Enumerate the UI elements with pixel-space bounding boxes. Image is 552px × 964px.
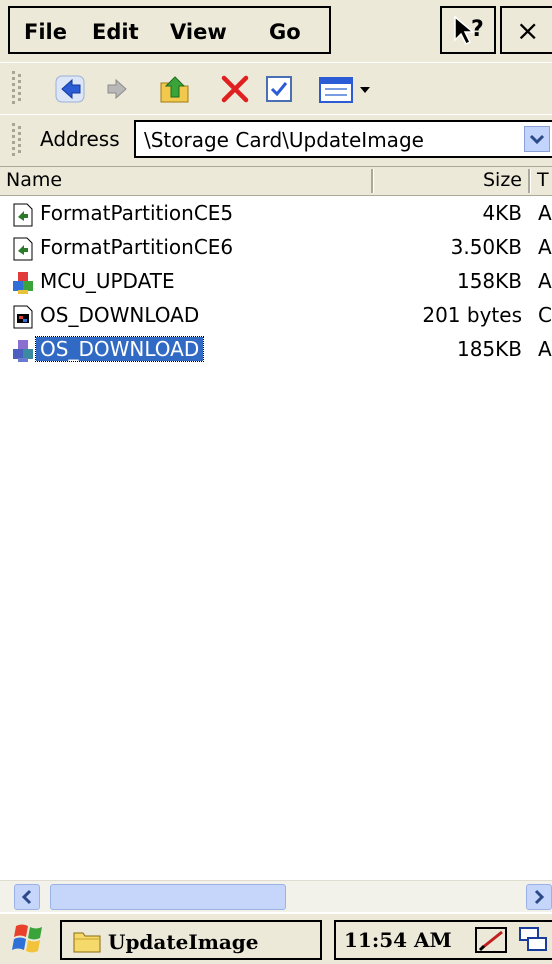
delete-x-icon bbox=[221, 75, 249, 103]
file-size: 4KB bbox=[482, 201, 522, 225]
file-size: 201 bytes bbox=[422, 303, 522, 327]
application-icon bbox=[13, 340, 33, 362]
column-divider[interactable] bbox=[371, 169, 374, 193]
menu-bar: File Edit View Go ? × bbox=[0, 0, 552, 62]
file-name: FormatPartitionCE6 bbox=[40, 235, 234, 259]
shortcut-file-icon bbox=[13, 237, 33, 261]
column-type[interactable]: T bbox=[537, 169, 549, 191]
file-type: A bbox=[538, 235, 552, 259]
file-name: OS_DOWNLOAD bbox=[34, 336, 205, 362]
close-button[interactable]: × bbox=[500, 6, 552, 54]
chevron-down-icon bbox=[529, 134, 545, 145]
forward-arrow-icon bbox=[107, 78, 127, 100]
address-value: \Storage Card\UpdateImage bbox=[144, 128, 424, 152]
file-type: A bbox=[538, 337, 552, 361]
menu-file[interactable]: File bbox=[24, 20, 67, 44]
list-item[interactable]: FormatPartitionCE5 4KB A bbox=[0, 198, 552, 232]
back-arrow-icon bbox=[55, 75, 85, 103]
address-dropdown-button[interactable] bbox=[524, 126, 550, 152]
properties-button[interactable] bbox=[262, 73, 296, 105]
taskbar: UpdateImage 11:54 AM bbox=[0, 912, 552, 964]
file-size: 3.50KB bbox=[450, 235, 522, 259]
shortcut-file-icon bbox=[13, 203, 33, 227]
column-name[interactable]: Name bbox=[6, 169, 62, 191]
chevron-right-icon bbox=[534, 889, 545, 905]
properties-icon bbox=[266, 76, 292, 102]
file-type: C bbox=[538, 303, 552, 327]
connectivity-button[interactable] bbox=[516, 924, 552, 956]
toolbar-grip-2 bbox=[18, 74, 21, 104]
network-icon bbox=[519, 927, 547, 951]
svg-text:?: ? bbox=[471, 17, 484, 42]
folder-icon bbox=[73, 932, 101, 953]
taskbar-window-button[interactable]: UpdateImage bbox=[60, 920, 322, 960]
list-item[interactable]: OS_DOWNLOAD 201 bytes C bbox=[0, 300, 552, 334]
toolbar bbox=[0, 62, 552, 115]
windows-logo-icon bbox=[12, 924, 42, 953]
start-button[interactable] bbox=[10, 920, 50, 956]
address-grip[interactable] bbox=[12, 123, 15, 159]
column-divider-2[interactable] bbox=[528, 169, 531, 193]
list-item-selected[interactable]: OS_DOWNLOAD 185KB A bbox=[0, 334, 552, 368]
views-list-icon bbox=[319, 77, 370, 103]
taskbar-window-label: UpdateImage bbox=[108, 930, 259, 954]
chevron-left-icon bbox=[21, 889, 32, 905]
menu-view[interactable]: View bbox=[170, 20, 227, 44]
scroll-thumb[interactable] bbox=[50, 884, 286, 910]
list-item[interactable]: FormatPartitionCE6 3.50KB A bbox=[0, 232, 552, 266]
column-header: Name Size T bbox=[0, 166, 552, 196]
address-bar: Address \Storage Card\UpdateImage bbox=[0, 114, 552, 167]
file-size: 185KB bbox=[456, 337, 522, 361]
file-name: OS_DOWNLOAD bbox=[40, 303, 200, 327]
address-label: Address bbox=[40, 127, 120, 151]
file-name: FormatPartitionCE5 bbox=[40, 201, 234, 225]
column-size[interactable]: Size bbox=[483, 169, 522, 191]
file-type: A bbox=[538, 269, 552, 293]
scroll-left-button[interactable] bbox=[14, 884, 40, 910]
file-name: MCU_UPDATE bbox=[40, 269, 175, 293]
address-grip-2 bbox=[18, 126, 21, 156]
toolbar-grip[interactable] bbox=[12, 71, 15, 107]
file-list: FormatPartitionCE5 4KB A FormatPartition… bbox=[0, 198, 552, 880]
forward-button[interactable] bbox=[100, 73, 134, 105]
input-panel-button[interactable] bbox=[474, 924, 510, 956]
views-button[interactable] bbox=[318, 73, 378, 105]
address-input[interactable]: \Storage Card\UpdateImage bbox=[134, 120, 552, 158]
script-file-icon bbox=[13, 305, 33, 329]
menu-container: File Edit View Go bbox=[8, 6, 331, 54]
list-item[interactable]: MCU_UPDATE 158KB A bbox=[0, 266, 552, 300]
menu-go[interactable]: Go bbox=[269, 20, 301, 44]
horizontal-scrollbar[interactable] bbox=[0, 880, 552, 913]
application-icon bbox=[13, 272, 33, 294]
file-size: 158KB bbox=[456, 269, 522, 293]
system-tray: 11:54 AM bbox=[334, 920, 552, 960]
clock[interactable]: 11:54 AM bbox=[344, 928, 452, 952]
close-icon: × bbox=[516, 14, 540, 47]
up-folder-icon bbox=[160, 76, 189, 103]
delete-button[interactable] bbox=[218, 73, 252, 105]
file-type: A bbox=[538, 201, 552, 225]
up-folder-button[interactable] bbox=[158, 73, 192, 105]
input-pen-icon bbox=[475, 927, 507, 953]
help-arrow-icon: ? bbox=[454, 15, 484, 46]
back-button[interactable] bbox=[54, 73, 88, 105]
help-button[interactable]: ? bbox=[440, 6, 496, 54]
menu-edit[interactable]: Edit bbox=[92, 20, 139, 44]
scroll-right-button[interactable] bbox=[526, 884, 552, 910]
